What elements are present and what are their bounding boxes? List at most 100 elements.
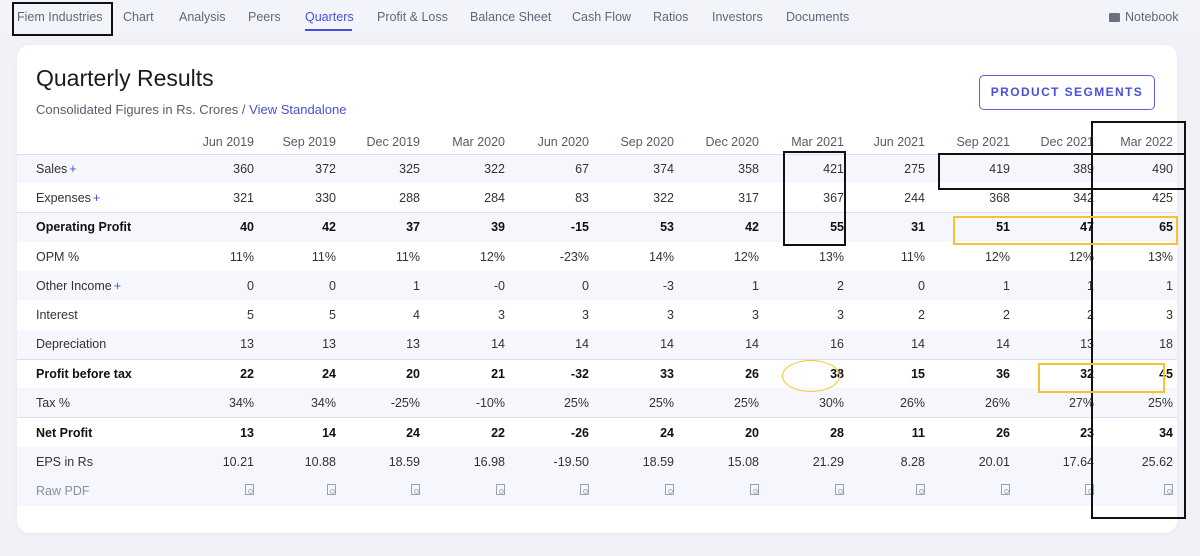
table-cell: 14	[258, 417, 340, 447]
pdf-icon[interactable]	[665, 483, 674, 495]
table-cell: 3	[752, 308, 759, 323]
row-label: OPM %	[36, 249, 80, 264]
subtitle-text: Consolidated Figures in Rs. Crores /	[36, 102, 250, 117]
table-cell: 22	[424, 417, 509, 447]
column-header: Jun 2020	[537, 134, 589, 149]
table-cell: 14	[660, 337, 674, 352]
table-cell: 27%	[1068, 395, 1094, 410]
row-label: Profit before tax	[36, 366, 132, 381]
table-cell: 15	[848, 358, 929, 389]
nav-tab-cash-flow[interactable]: Cash Flow	[572, 10, 631, 24]
table-cell: 14%	[648, 249, 674, 264]
nav-tab-quarters[interactable]: Quarters	[305, 10, 354, 24]
table-cell: 284	[484, 190, 505, 205]
table-cell: 14	[575, 337, 589, 352]
pdf-icon[interactable]	[750, 483, 759, 495]
table-cell: 25.62	[1141, 454, 1173, 469]
table-cell: 25%	[648, 395, 674, 410]
table-cell: 13	[322, 337, 336, 352]
table-row: Operating Profit 40 42 37 39 -15 53 42 55 31 51 47 6…	[17, 212, 1177, 242]
table-cell: 367	[823, 190, 844, 205]
row-label-cell: EPS in Rs	[17, 447, 167, 476]
nav-tab-company[interactable]: Fiem Industries	[17, 10, 102, 24]
notebook-button[interactable]: Notebook	[1109, 10, 1179, 24]
table-cell: 18.59	[388, 454, 420, 469]
row-label-cell: Interest	[17, 300, 167, 329]
pdf-icon[interactable]	[580, 483, 589, 495]
pdf-icon[interactable]	[916, 483, 925, 495]
pdf-icon[interactable]	[245, 483, 254, 495]
table-row: OPM % 11% 11% 11% 12% -23% 14% 12% 13% 11% 12% 12% 1…	[17, 242, 1177, 271]
raw-pdf-cell	[424, 476, 509, 505]
table-cell: 30%	[818, 395, 844, 410]
notebook-label: Notebook	[1125, 10, 1179, 24]
pdf-icon[interactable]	[327, 483, 336, 495]
row-label-cell: OPM %	[17, 242, 167, 271]
table-row: Profit before tax 22 24 20 21 -32 33 26 38 15 36 32…	[17, 358, 1177, 389]
product-segments-button[interactable]: PRODUCT SEGMENTS	[979, 75, 1155, 110]
table-cell: 14	[745, 337, 759, 352]
row-label: Expenses	[36, 190, 91, 205]
nav-tab-investors[interactable]: Investors	[712, 10, 763, 24]
table-cell: 13	[406, 337, 420, 352]
pdf-icon[interactable]	[835, 483, 844, 495]
table-cell: 490	[1098, 153, 1177, 184]
table-cell: 26	[678, 358, 763, 389]
page-title: Quarterly Results	[36, 65, 214, 91]
pdf-icon[interactable]	[411, 483, 420, 495]
table-cell: 39	[424, 212, 509, 242]
table-cell: 330	[315, 190, 336, 205]
table-cell: 34%	[310, 395, 336, 410]
expand-plus-icon[interactable]: +	[93, 191, 100, 205]
table-cell: 342	[1073, 190, 1094, 205]
row-label: Operating Profit	[36, 220, 132, 235]
nav-tab-balance-sheet[interactable]: Balance Sheet	[470, 10, 551, 24]
row-label-cell[interactable]: Sales +	[17, 153, 167, 184]
row-label-cell: Net Profit	[17, 417, 167, 447]
table-cell: 24	[258, 358, 340, 389]
pdf-icon[interactable]	[1164, 483, 1173, 495]
row-label: Other Income	[36, 278, 112, 293]
pdf-icon[interactable]	[1001, 483, 1010, 495]
pdf-icon[interactable]	[1085, 483, 1094, 495]
table-cell: 322	[653, 190, 674, 205]
column-header: Mar 2022	[1120, 134, 1173, 149]
nav-tab-chart[interactable]: Chart	[123, 10, 154, 24]
raw-pdf-label: Raw PDF	[36, 483, 90, 498]
raw-pdf-cell	[678, 476, 763, 505]
top-navigation: Fiem Industries Chart Analysis Peers Quarter…	[0, 0, 1200, 34]
nav-tab-analysis[interactable]: Analysis	[179, 10, 226, 24]
table-cell: 24	[593, 417, 678, 447]
table-cell: 14	[911, 337, 925, 352]
table-cell: 2	[1003, 308, 1010, 323]
table-cell: 33	[593, 358, 678, 389]
quarterly-results-card: Quarterly Results Consolidated Figures i…	[17, 45, 1177, 533]
table-cell: 25%	[563, 395, 589, 410]
row-label-cell[interactable]: Other Income +	[17, 271, 167, 300]
nav-tab-peers[interactable]: Peers	[248, 10, 281, 24]
nav-tab-profit-loss[interactable]: Profit & Loss	[377, 10, 448, 24]
nav-tab-documents[interactable]: Documents	[786, 10, 849, 24]
raw-pdf-cell	[848, 476, 929, 505]
view-standalone-link[interactable]: View Standalone	[249, 102, 346, 117]
table-cell: 24	[340, 417, 424, 447]
table-cell: 3	[837, 308, 844, 323]
book-icon	[1109, 13, 1120, 22]
table-row: Depreciation 13 13 13 14 14 14 14 16 14 14 13 18	[17, 329, 1177, 360]
table-cell: 372	[258, 153, 340, 184]
table-cell: 421	[763, 153, 848, 184]
pdf-icon[interactable]	[496, 483, 505, 495]
nav-tab-ratios[interactable]: Ratios	[653, 10, 688, 24]
table-cell: -3	[662, 278, 674, 293]
table-row: Expenses +321 330 288 284 83 322 317 367 244 368 34…	[17, 183, 1177, 212]
expand-plus-icon[interactable]: +	[114, 279, 121, 293]
row-label-cell[interactable]: Expenses +	[17, 183, 167, 212]
table-cell: 11%	[229, 249, 254, 264]
table-cell: 21.29	[812, 454, 844, 469]
expand-plus-icon[interactable]: +	[69, 162, 76, 176]
table-row: Sales +360 372 325 322 67 374 358 421 275 419 389 49…	[17, 153, 1177, 184]
row-label-cell: Operating Profit	[17, 212, 167, 242]
table-row: Net Profit 13 14 24 22 -26 24 20 28 11 26 23 34	[17, 417, 1177, 447]
table-cell: 317	[738, 190, 759, 205]
table-cell: -25%	[390, 395, 420, 410]
